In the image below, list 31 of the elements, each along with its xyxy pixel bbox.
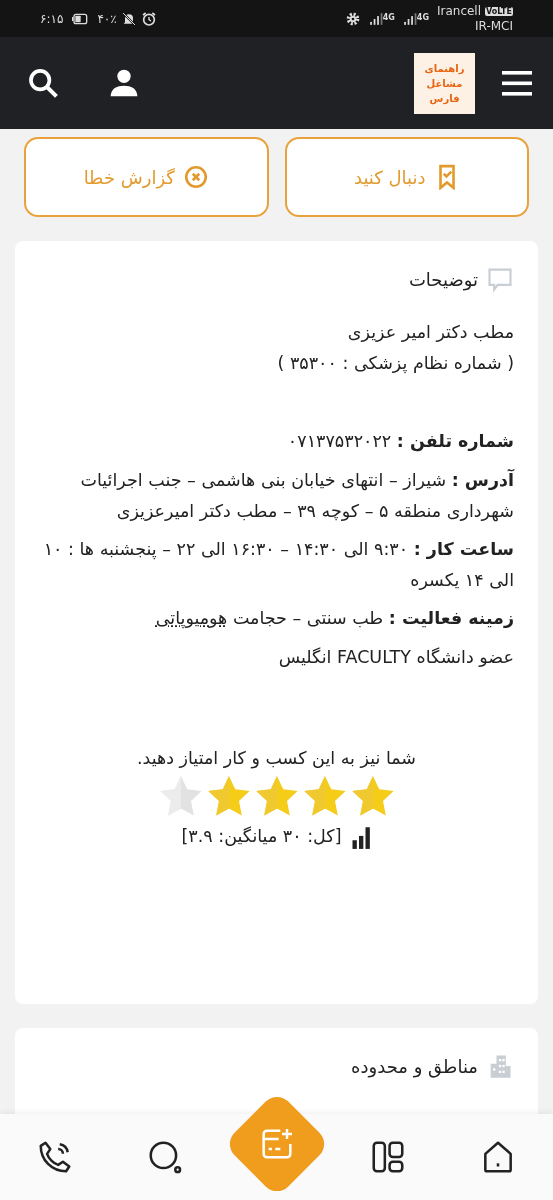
close-circle-icon (182, 164, 209, 190)
signal-icon (402, 11, 417, 26)
network-label: 4G (382, 11, 395, 24)
logo-text: مشاغل (426, 76, 463, 91)
logo-text: فارس (429, 91, 460, 106)
status-time: ۶:۱۵ (40, 10, 64, 28)
logo-text: راهنمای (424, 61, 465, 76)
signal-icon (368, 11, 383, 26)
rating-summary: [کل: ۳۰ میانگین: ۳.۹] (181, 825, 342, 849)
link[interactable]: هومیوپاتی (155, 608, 228, 629)
alarm-icon (140, 10, 157, 27)
battery-percent: ۴۰٪ (97, 10, 117, 28)
rating-prompt: شما نیز به این کسب و کار امتیاز دهید. (136, 746, 417, 771)
carrier-name: IR-MCI (474, 18, 513, 33)
muted-bell-icon (120, 10, 137, 27)
follow-button[interactable]: دنبال کنید (284, 137, 529, 217)
info-paragraph: زمینه فعالیت : طب سنتی – حجامت هومیوپاتی (154, 607, 514, 631)
user-icon[interactable] (108, 67, 140, 99)
section-title: توضیحات (408, 267, 478, 293)
info-paragraph: آدرس : شیراز – انتهای خیابان بنی هاشمی – جنب اجرائیات شهرداری منطقه ۵ – کوچه ۳۹ – مطب دکتر امیرعزیزی (79, 468, 514, 524)
network-label: 4G (416, 11, 429, 24)
report-button[interactable]: گزارش خطا (24, 137, 269, 217)
license-number: ( شماره نظام پزشکی : ۳۵۳۰۰ ) (276, 351, 514, 376)
section-title: مناطق و محدوده (351, 1054, 478, 1080)
info-paragraph: ساعت کار : ۹:۳۰ الی ۱۴:۳۰ – ۱۶:۳۰ الی ۲۲ – پنجشنبه ها : ۱۰ الی ۱۴ یکسره (42, 538, 514, 592)
clinic-name: مطب دکتر امیر عزیزی (346, 321, 514, 344)
info-paragraph: عضو دانشگاه FACULTY انگلیس (277, 646, 514, 669)
search-icon[interactable] (26, 66, 60, 100)
volte-label: VoLTE (485, 6, 513, 17)
carrier-name: Irancell (436, 4, 482, 19)
info-paragraph: شماره تلفن : ۰۷۱۳۷۵۳۲۰۲۲ (286, 430, 514, 454)
